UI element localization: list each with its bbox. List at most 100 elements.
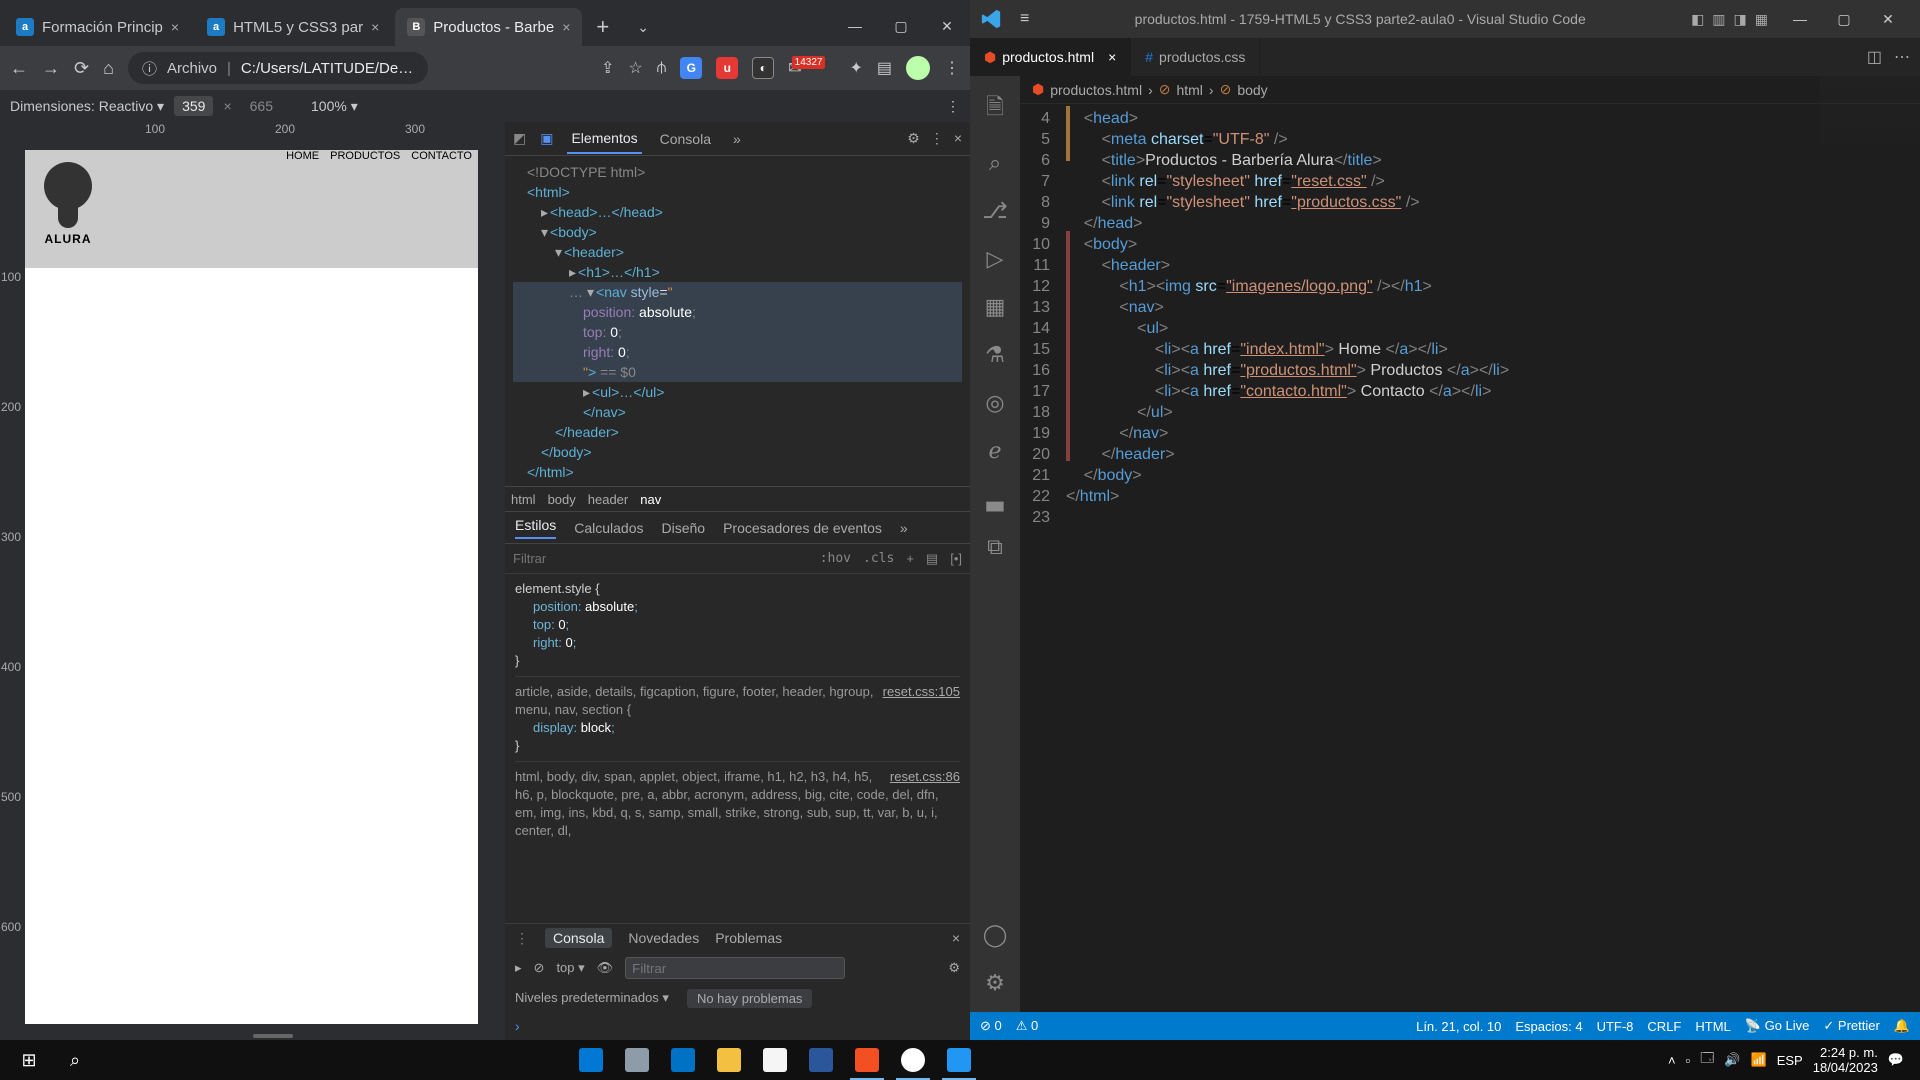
execute-icon[interactable]: ▸: [515, 960, 522, 976]
dom-node[interactable]: </html>: [513, 462, 962, 482]
code-line[interactable]: 8 <link rel="stylesheet" href="productos…: [1020, 192, 1920, 213]
eol[interactable]: CRLF: [1647, 1019, 1681, 1034]
log-levels[interactable]: Niveles predeterminados ▾: [515, 990, 669, 1006]
warnings-count[interactable]: ⚠ 0: [1016, 1018, 1039, 1034]
code-line[interactable]: 18 </ul>: [1020, 402, 1920, 423]
forward-button[interactable]: →: [42, 58, 60, 79]
rendered-page[interactable]: ALURA HOME PRODUCTOS CONTACTO: [25, 150, 478, 1024]
code-line[interactable]: 15 <li><a href="index.html"> Home </a></…: [1020, 339, 1920, 360]
close-icon[interactable]: ×: [371, 19, 379, 35]
dom-node-selected[interactable]: …▾<nav style=": [513, 282, 962, 302]
taskbar-app[interactable]: [752, 1040, 798, 1080]
clock[interactable]: 2:24 p. m. 18/04/2023: [1813, 1045, 1878, 1075]
console-filter-input[interactable]: [625, 957, 845, 979]
styles-filter-input[interactable]: [513, 551, 808, 566]
browser-tab[interactable]: a Formación Princip ×: [4, 8, 191, 46]
search-button[interactable]: ⌕: [52, 1040, 98, 1080]
chrome-menu-button[interactable]: ⋮: [944, 58, 960, 78]
code-editor[interactable]: ⬢productos.html› ⊘html› ⊘body 4 <head>5 …: [1020, 76, 1920, 1012]
tab-layout[interactable]: Diseño: [662, 520, 706, 536]
close-icon[interactable]: ×: [954, 130, 962, 147]
home-button[interactable]: ⌂: [103, 58, 114, 79]
code-line[interactable]: 16 <li><a href="productos.html"> Product…: [1020, 360, 1920, 381]
terminal-icon[interactable]: ⧉: [987, 534, 1003, 560]
layout-icon[interactable]: ▥: [1712, 11, 1725, 28]
code-line[interactable]: 12 <h1><img src="imagenes/logo.png" /></…: [1020, 276, 1920, 297]
nav-link[interactable]: PRODUCTOS: [330, 150, 400, 162]
indent-info[interactable]: Espacios: 4: [1515, 1019, 1582, 1034]
breadcrumb[interactable]: html body header nav: [505, 486, 970, 512]
device-toggle-icon[interactable]: ▣: [540, 130, 553, 147]
wifi-icon[interactable]: 📶: [1751, 1052, 1767, 1068]
tray-icon[interactable]: ▫: [1686, 1053, 1691, 1068]
breadcrumb[interactable]: ⬢productos.html› ⊘html› ⊘body: [1020, 76, 1920, 104]
viewport-resize-handle[interactable]: [253, 1034, 293, 1038]
close-icon[interactable]: ×: [1108, 49, 1116, 65]
code-line[interactable]: 14 <ul>: [1020, 318, 1920, 339]
dom-node[interactable]: <html>: [513, 182, 962, 202]
bookmark-icon[interactable]: ☆: [628, 58, 642, 78]
editor-tab[interactable]: ⬢ productos.html ×: [970, 38, 1131, 76]
add-rule-icon[interactable]: +: [906, 551, 914, 566]
dom-tree[interactable]: <!DOCTYPE html> <html> ▸<head>…</head> ▾…: [505, 156, 970, 486]
account-icon[interactable]: ◯: [983, 922, 1008, 948]
code-line[interactable]: 19 </nav>: [1020, 423, 1920, 444]
cursor-position[interactable]: Lín. 21, col. 10: [1416, 1019, 1501, 1034]
taskbar-app[interactable]: [844, 1040, 890, 1080]
code-line[interactable]: 17 <li><a href="contacto.html"> Contacto…: [1020, 381, 1920, 402]
context-select[interactable]: top ▾: [556, 960, 584, 976]
height-input[interactable]: 665: [242, 96, 281, 116]
editor-tab[interactable]: # productos.css: [1131, 38, 1260, 76]
code-line[interactable]: 9 </head>: [1020, 213, 1920, 234]
profile-avatar[interactable]: [906, 56, 930, 80]
minimap[interactable]: [1820, 76, 1920, 1012]
new-tab-button[interactable]: +: [582, 14, 621, 46]
split-icon[interactable]: ◫: [1867, 47, 1882, 67]
go-live[interactable]: 📡 Go Live: [1745, 1018, 1810, 1034]
tab-eventproc[interactable]: Procesadores de eventos: [723, 520, 882, 536]
taskbar-app[interactable]: [660, 1040, 706, 1080]
share-icon[interactable]: ⇪: [601, 58, 614, 78]
prettier[interactable]: ✓ Prettier: [1823, 1018, 1879, 1034]
source-link[interactable]: reset.css:105: [883, 683, 960, 701]
search-icon[interactable]: ⌕: [989, 150, 1001, 176]
gear-icon[interactable]: ⚙: [985, 970, 1005, 996]
start-button[interactable]: ⊞: [6, 1040, 52, 1080]
taskbar-app[interactable]: [936, 1040, 982, 1080]
tab-search-button[interactable]: ⌄: [621, 19, 665, 46]
more-icon[interactable]: ⋮: [515, 930, 529, 947]
maximize-button[interactable]: ▢: [1822, 11, 1866, 28]
docker-icon[interactable]: ▃: [987, 486, 1004, 512]
extensions-icon[interactable]: ▦: [985, 294, 1006, 320]
testing-icon[interactable]: ⚗: [985, 342, 1005, 368]
extension-icon[interactable]: G: [680, 57, 702, 79]
close-icon[interactable]: ×: [171, 19, 179, 35]
code-line[interactable]: 7 <link rel="stylesheet" href="reset.css…: [1020, 171, 1920, 192]
code-line[interactable]: 21 </body>: [1020, 465, 1920, 486]
source-link[interactable]: reset.css:86: [890, 768, 960, 786]
nav-link[interactable]: HOME: [286, 150, 319, 162]
code-line[interactable]: 4 <head>: [1020, 108, 1920, 129]
more-icon[interactable]: ⋮: [946, 98, 960, 115]
gear-icon[interactable]: ⚙: [948, 960, 960, 976]
code-line[interactable]: 5 <meta charset="UTF-8" />: [1020, 129, 1920, 150]
nav-link[interactable]: CONTACTO: [411, 150, 472, 162]
taskbar-app[interactable]: [614, 1040, 660, 1080]
tab-computed[interactable]: Calculados: [574, 520, 643, 536]
source-control-icon[interactable]: ⎇: [982, 198, 1007, 224]
code-line[interactable]: 13 <nav>: [1020, 297, 1920, 318]
css-rules[interactable]: element.style { position: absolute; top:…: [505, 574, 970, 923]
inspect-icon[interactable]: ◩: [513, 130, 526, 147]
sidepanel-icon[interactable]: ▤: [877, 58, 892, 78]
extension-icon[interactable]: u: [716, 57, 738, 79]
taskbar-app[interactable]: [890, 1040, 936, 1080]
tab-problems[interactable]: Problemas: [715, 930, 782, 946]
run-debug-icon[interactable]: ▷: [987, 246, 1004, 272]
browser-tab[interactable]: a HTML5 y CSS3 par ×: [195, 8, 391, 46]
taskbar-app[interactable]: [568, 1040, 614, 1080]
dom-node[interactable]: <!DOCTYPE html>: [513, 162, 962, 182]
edge-icon[interactable]: ℯ: [988, 438, 1001, 464]
language-indicator[interactable]: ESP: [1777, 1053, 1803, 1068]
dom-node[interactable]: </body>: [513, 442, 962, 462]
tab-elements[interactable]: Elementos: [567, 124, 641, 154]
